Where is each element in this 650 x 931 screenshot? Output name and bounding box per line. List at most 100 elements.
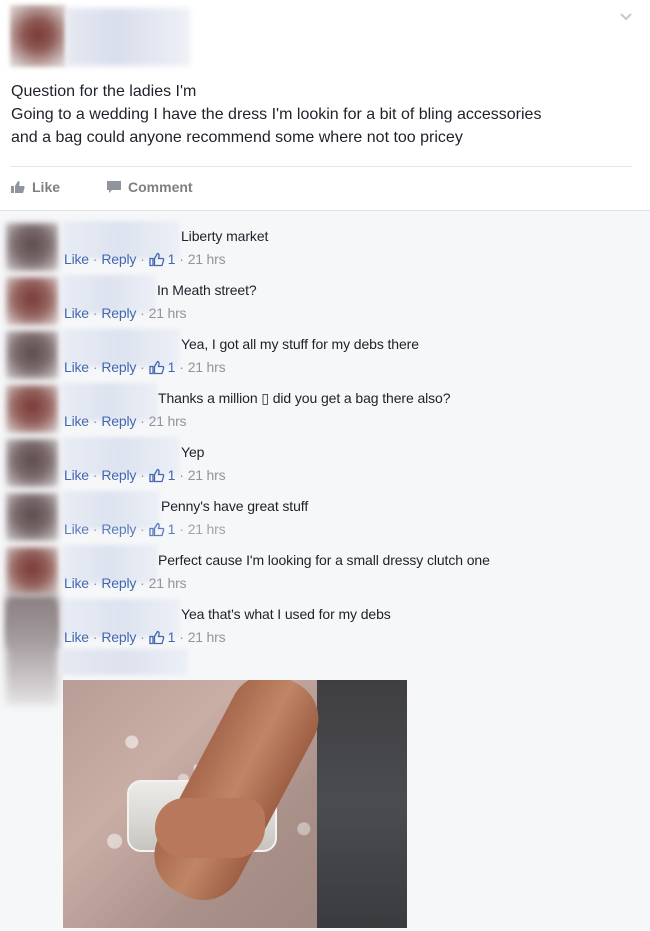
commenter-avatar[interactable]	[6, 223, 58, 271]
photo-background	[317, 680, 407, 928]
comment-meta: Like · Reply · 21 hrs	[64, 575, 187, 591]
comment-button[interactable]: Comment	[106, 179, 193, 195]
meta-separator: ·	[140, 305, 145, 321]
comment-timestamp[interactable]: 21 hrs	[149, 305, 187, 321]
meta-separator: ·	[92, 251, 98, 267]
divider	[10, 166, 632, 167]
comment: Thanks a million ▯ did you get a bag the…	[0, 379, 650, 433]
like-label: Like	[32, 179, 61, 195]
comment-timestamp[interactable]: 21 hrs	[188, 467, 226, 483]
chevron-down-icon[interactable]	[618, 10, 634, 26]
meta-separator: ·	[140, 575, 145, 591]
like-count: 1	[167, 521, 176, 537]
comment-text: Penny's have great stuff	[161, 498, 309, 514]
comment-like-count[interactable]: 1	[148, 521, 176, 537]
comment-timestamp[interactable]: 21 hrs	[188, 251, 226, 267]
commenter-name[interactable]	[60, 649, 188, 675]
meta-separator: ·	[92, 467, 98, 483]
post-text-line: Going to a wedding I have the dress I'm …	[11, 106, 542, 123]
comment-like-link[interactable]: Like	[64, 251, 89, 267]
meta-separator: ·	[179, 467, 184, 483]
comment-reply-link[interactable]: Reply	[101, 413, 136, 429]
thumbs-up-icon	[11, 181, 25, 193]
meta-separator: ·	[92, 359, 98, 375]
thumbs-up-icon	[148, 468, 164, 482]
comment-timestamp[interactable]: 21 hrs	[149, 413, 187, 429]
comment-reply-link[interactable]: Reply	[101, 575, 136, 591]
photo-hand	[155, 798, 265, 858]
post-card: Question for the ladies I'm Going to a w…	[0, 0, 650, 210]
comment-timestamp[interactable]: 21 hrs	[188, 629, 226, 645]
comment-like-count[interactable]: 1	[148, 359, 176, 375]
commenter-avatar[interactable]	[6, 277, 58, 325]
meta-separator: ·	[140, 629, 145, 645]
comment-like-count[interactable]: 1	[148, 251, 176, 267]
like-count: 1	[167, 359, 176, 375]
comment-reply-link[interactable]: Reply	[101, 521, 136, 537]
post-text-line: and a bag could anyone recommend some wh…	[11, 129, 463, 146]
meta-separator: ·	[92, 629, 98, 645]
comment-timestamp[interactable]: 21 hrs	[149, 575, 187, 591]
comment-like-link[interactable]: Like	[64, 305, 89, 321]
author-avatar[interactable]	[10, 5, 66, 67]
meta-separator: ·	[92, 413, 98, 429]
thumbs-up-icon	[148, 252, 164, 266]
like-button[interactable]: Like	[10, 179, 60, 195]
comment-like-count[interactable]: 1	[148, 629, 175, 645]
thumbs-up-icon	[148, 522, 164, 536]
commenter-avatar[interactable]	[6, 439, 58, 487]
comment-like-link[interactable]: Like	[64, 467, 89, 483]
comment-photo[interactable]	[63, 680, 407, 928]
comment: Penny's have great stuff Like · Reply · …	[0, 487, 650, 541]
comment-like-count[interactable]: 1	[148, 467, 175, 483]
comment-like-link[interactable]: Like	[64, 359, 89, 375]
comment-reply-link[interactable]: Reply	[101, 467, 136, 483]
comment-timestamp[interactable]: 21 hrs	[188, 521, 226, 537]
comment: In Meath street? Like · Reply · 21 hrs	[0, 271, 650, 325]
comment: Yea, I got all my stuff for my debs ther…	[0, 325, 650, 379]
comment: Yep Like · Reply · 1 · 21 hrs	[0, 433, 650, 487]
meta-separator: ·	[140, 359, 145, 375]
comment-like-link[interactable]: Like	[64, 575, 89, 591]
comment-text: Liberty market	[181, 228, 269, 244]
comment-label: Comment	[128, 179, 193, 195]
comment-reply-link[interactable]: Reply	[101, 359, 136, 375]
comment-meta: Like · Reply · 1 · 21 hrs	[64, 629, 226, 645]
commenter-avatar[interactable]	[6, 595, 58, 705]
comment-reply-link[interactable]: Reply	[101, 629, 136, 645]
post-action-bar: Like Comment	[10, 176, 239, 198]
meta-separator: ·	[140, 413, 145, 429]
commenter-avatar[interactable]	[6, 331, 58, 379]
commenter-avatar[interactable]	[6, 385, 58, 433]
thumbs-up-icon	[148, 360, 164, 374]
author-name[interactable]	[66, 8, 190, 66]
comment-meta: Like · Reply · 21 hrs	[64, 305, 187, 321]
meta-separator: ·	[179, 521, 184, 537]
meta-separator: ·	[179, 359, 184, 375]
comment-meta: Like · Reply · 1 · 21 hrs	[64, 467, 226, 483]
comment-text: Thanks a million ▯ did you get a bag the…	[158, 390, 451, 406]
comment-text: Yea that's what I used for my debs	[181, 606, 391, 622]
meta-separator: ·	[140, 521, 145, 537]
thumbs-up-icon	[148, 630, 164, 644]
post-text: Question for the ladies I'm Going to a w…	[11, 80, 641, 149]
comment-like-link[interactable]: Like	[64, 413, 89, 429]
meta-separator: ·	[179, 251, 184, 267]
like-count: 1	[167, 251, 176, 267]
meta-separator: ·	[92, 575, 98, 591]
comment-reply-link[interactable]: Reply	[101, 305, 136, 321]
comment-timestamp[interactable]: 21 hrs	[188, 359, 226, 375]
comment-text: Yep	[181, 444, 205, 460]
commenter-avatar[interactable]	[6, 493, 58, 541]
meta-separator: ·	[140, 251, 145, 267]
meta-separator: ·	[92, 521, 98, 537]
comment-meta: Like · Reply · 1 · 21 hrs	[64, 251, 226, 267]
comment-icon	[107, 181, 122, 193]
commenter-avatar[interactable]	[6, 547, 58, 595]
meta-separator: ·	[140, 467, 145, 483]
comment-like-link[interactable]: Like	[64, 521, 89, 537]
comment-reply-link[interactable]: Reply	[101, 251, 136, 267]
comment: Yea that's what I used for my debs Like …	[0, 595, 650, 649]
comment-like-link[interactable]: Like	[64, 629, 89, 645]
comment-meta: Like · Reply · 1 · 21 hrs	[64, 359, 226, 375]
